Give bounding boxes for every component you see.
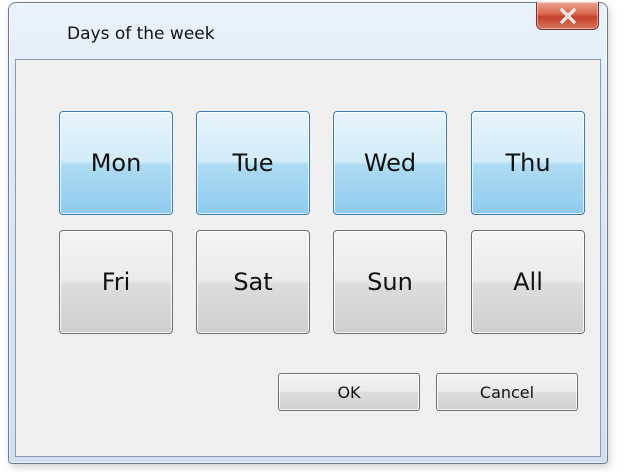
day-button-wed[interactable]: Wed (333, 111, 447, 215)
day-button-label: All (513, 268, 543, 296)
dialog-window: Days of the week Mon Tue Wed Thu Fri Sat… (8, 2, 608, 464)
close-icon (559, 7, 576, 24)
day-button-label: Fri (101, 268, 131, 296)
dialog-body: Mon Tue Wed Thu Fri Sat Sun All OK Cance… (15, 59, 601, 457)
day-button-label: Sun (367, 268, 413, 296)
day-button-mon[interactable]: Mon (59, 111, 173, 215)
close-button[interactable] (536, 2, 599, 30)
day-button-label: Wed (363, 149, 417, 177)
day-button-label: Sat (233, 268, 273, 296)
cancel-button[interactable]: Cancel (436, 373, 578, 411)
day-button-fri[interactable]: Fri (59, 230, 173, 334)
day-button-label: Mon (90, 149, 142, 177)
ok-button[interactable]: OK (278, 373, 420, 411)
day-button-thu[interactable]: Thu (471, 111, 585, 215)
day-button-tue[interactable]: Tue (196, 111, 310, 215)
day-button-sat[interactable]: Sat (196, 230, 310, 334)
day-button-label: Tue (232, 149, 274, 177)
day-button-label: Thu (505, 149, 551, 177)
select-all-button[interactable]: All (471, 230, 585, 334)
window-title: Days of the week (67, 24, 215, 44)
cancel-button-label: Cancel (479, 382, 535, 402)
day-button-sun[interactable]: Sun (333, 230, 447, 334)
title-bar[interactable]: Days of the week (9, 2, 607, 59)
ok-button-label: OK (337, 382, 361, 402)
